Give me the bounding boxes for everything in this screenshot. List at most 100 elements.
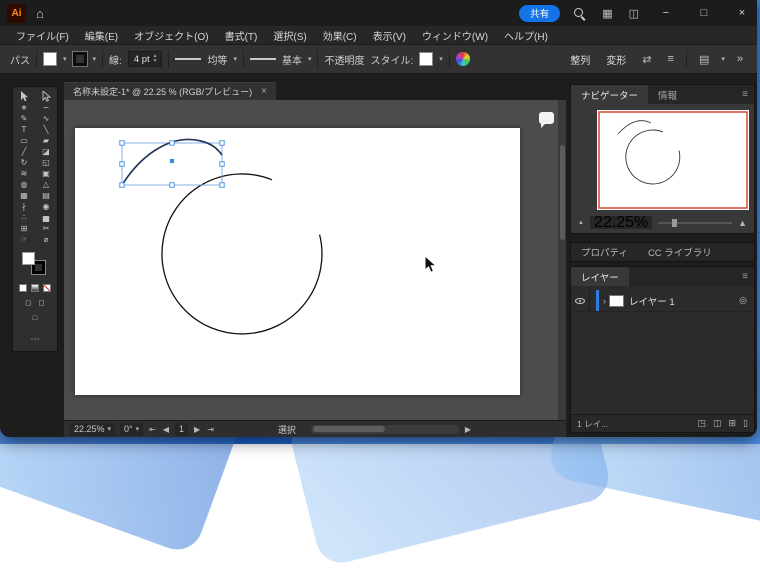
perspective-grid-tool[interactable]: △ [35, 179, 57, 190]
gradient-button[interactable] [31, 284, 39, 292]
collapse-panels-icon[interactable]: » [733, 53, 747, 65]
stroke-dropdown-icon[interactable]: ▾ [93, 55, 97, 63]
menu-object[interactable]: オブジェクト(O) [126, 28, 216, 43]
layer-name[interactable]: レイヤー 1 [629, 294, 675, 308]
canvas[interactable] [64, 100, 566, 420]
tab-layers[interactable]: レイヤー [571, 267, 629, 286]
rotation-select[interactable]: 0° ▾ [120, 423, 143, 436]
artboard-tool[interactable]: ⊞ [13, 223, 35, 234]
menu-help[interactable]: ヘルプ(H) [496, 28, 556, 43]
zoom-out-icon[interactable]: ▲ [578, 220, 584, 226]
magic-wand-tool[interactable]: ∗ [13, 102, 35, 113]
artboard-number-field[interactable]: 1 [175, 423, 188, 436]
stepper-down-icon[interactable]: ▾ [154, 59, 157, 65]
tab-info[interactable]: 情報 [648, 85, 687, 104]
rotation-dropdown-icon[interactable]: ▾ [136, 425, 140, 433]
menu-view[interactable]: 表示(V) [365, 28, 414, 43]
visibility-cell[interactable] [571, 290, 590, 311]
draw-behind-icon[interactable]: ◻ [39, 298, 45, 307]
lasso-tool[interactable]: ∽ [35, 102, 57, 113]
vertical-scrollbar[interactable] [558, 100, 566, 420]
locate-object-icon[interactable]: ◳ [697, 418, 706, 429]
layers-panel-menu-icon[interactable]: ≡ [736, 267, 754, 286]
tab-cc-libraries[interactable]: CC ライブラリ [638, 243, 722, 261]
slice-tool[interactable]: ✂ [35, 223, 57, 234]
navigator-zoom-slider-thumb[interactable] [672, 219, 677, 227]
last-artboard-icon[interactable]: ⇥ [206, 425, 215, 434]
navigator-panel-menu-icon[interactable]: ≡ [736, 85, 754, 104]
pencil-tool[interactable]: ╱ [13, 146, 35, 157]
delete-layer-icon[interactable]: ▯ [743, 418, 748, 429]
width-tool[interactable]: ≋ [13, 168, 35, 179]
blend-tool[interactable]: ◉ [35, 201, 57, 212]
scroll-right-icon[interactable]: ▶ [464, 425, 472, 434]
document-tab-close-icon[interactable]: × [261, 86, 267, 97]
horizontal-scrollbar-thumb[interactable] [313, 426, 385, 432]
swap-icon[interactable]: ⇄ [638, 53, 655, 66]
vertical-scrollbar-thumb[interactable] [560, 145, 565, 240]
menu-window[interactable]: ウィンドウ(W) [414, 28, 496, 43]
home-icon[interactable]: ⌂ [34, 6, 46, 21]
menu-file[interactable]: ファイル(F) [8, 28, 77, 43]
artboard[interactable] [75, 128, 520, 395]
document-tab[interactable]: 名称未設定-1* @ 22.25 % (RGB/プレビュー) × [64, 82, 276, 100]
share-button[interactable]: 共有 [519, 5, 560, 22]
screen-mode-icon[interactable]: □ [33, 313, 38, 322]
stroke-color-swatch[interactable] [73, 52, 87, 66]
new-layer-icon[interactable]: ⊞ [729, 418, 737, 429]
maximize-button[interactable]: □ [689, 0, 719, 26]
direct-selection-tool[interactable] [35, 91, 57, 102]
first-artboard-icon[interactable]: ⇤ [148, 425, 157, 434]
type-tool[interactable]: T [13, 124, 35, 135]
eraser-tool[interactable]: ◪ [35, 146, 57, 157]
none-button[interactable] [43, 284, 51, 292]
fill-color-swatch[interactable] [43, 52, 57, 66]
opacity-label[interactable]: 不透明度 [324, 52, 364, 67]
free-transform-tool[interactable]: ▣ [35, 168, 57, 179]
layer-target-icon[interactable]: ◎ [739, 295, 747, 306]
comment-bubble-icon[interactable] [539, 112, 554, 124]
navigator-zoom-slider[interactable] [658, 222, 732, 224]
color-button[interactable] [19, 284, 27, 292]
style-dropdown-icon[interactable]: ▾ [439, 55, 443, 63]
navigator-preview[interactable] [597, 110, 749, 210]
menu-effect[interactable]: 効果(C) [315, 28, 365, 43]
align-button[interactable]: 整列 [566, 52, 594, 67]
document-grid-icon[interactable]: ▤ [695, 53, 713, 66]
zoom-in-icon[interactable]: ▲ [738, 218, 747, 228]
brush-dropdown-icon[interactable]: ▾ [308, 55, 312, 63]
search-icon[interactable] [573, 7, 585, 19]
stroke-weight-stepper[interactable]: ▴ ▾ [154, 54, 157, 65]
stroke-weight-field[interactable]: 4 pt ▴ ▾ [128, 51, 163, 67]
curvature-tool[interactable]: ∿ [35, 113, 57, 124]
pen-tool[interactable]: ✎ [13, 113, 35, 124]
tab-properties[interactable]: プロパティ [571, 243, 638, 261]
layer-expand-icon[interactable]: › [603, 296, 606, 306]
selection-tool[interactable] [13, 91, 35, 102]
gradient-tool[interactable]: ▤ [35, 190, 57, 201]
hand-tool[interactable]: ☞ [13, 234, 35, 245]
zoom-level-select[interactable]: 22.25% ▾ [70, 423, 115, 436]
grid-dropdown-icon[interactable]: ▾ [721, 55, 725, 63]
workspace-switcher-icon[interactable]: ▦ [598, 7, 616, 20]
paintbrush-tool[interactable]: ▰ [35, 135, 57, 146]
rotate-tool[interactable]: ↻ [13, 157, 35, 168]
draw-normal-icon[interactable]: ◻ [25, 298, 31, 307]
column-graph-tool[interactable]: ▅ [35, 212, 57, 223]
layer-row[interactable]: › レイヤー 1 ◎ [571, 290, 754, 312]
mesh-tool[interactable]: ▦ [13, 190, 35, 201]
layer-thumbnail[interactable] [609, 295, 624, 307]
toolbar-fill-swatch[interactable] [22, 252, 35, 265]
panel-arrange-icon[interactable]: ◫ [625, 7, 643, 20]
options-menu-icon[interactable]: ≡ [664, 53, 678, 65]
eyedropper-tool[interactable]: ∤ [13, 201, 35, 212]
recolor-artwork-icon[interactable] [456, 52, 470, 66]
style-swatch[interactable] [419, 52, 433, 66]
previous-artboard-icon[interactable]: ◀ [162, 425, 170, 434]
tab-navigator[interactable]: ナビゲーター [571, 85, 648, 104]
menu-select[interactable]: 選択(S) [265, 28, 314, 43]
scale-tool[interactable]: ◱ [35, 157, 57, 168]
app-logo[interactable]: Ai [7, 4, 26, 23]
edit-toolbar-button[interactable]: ⋯ [13, 334, 57, 347]
next-artboard-icon[interactable]: ▶ [193, 425, 201, 434]
